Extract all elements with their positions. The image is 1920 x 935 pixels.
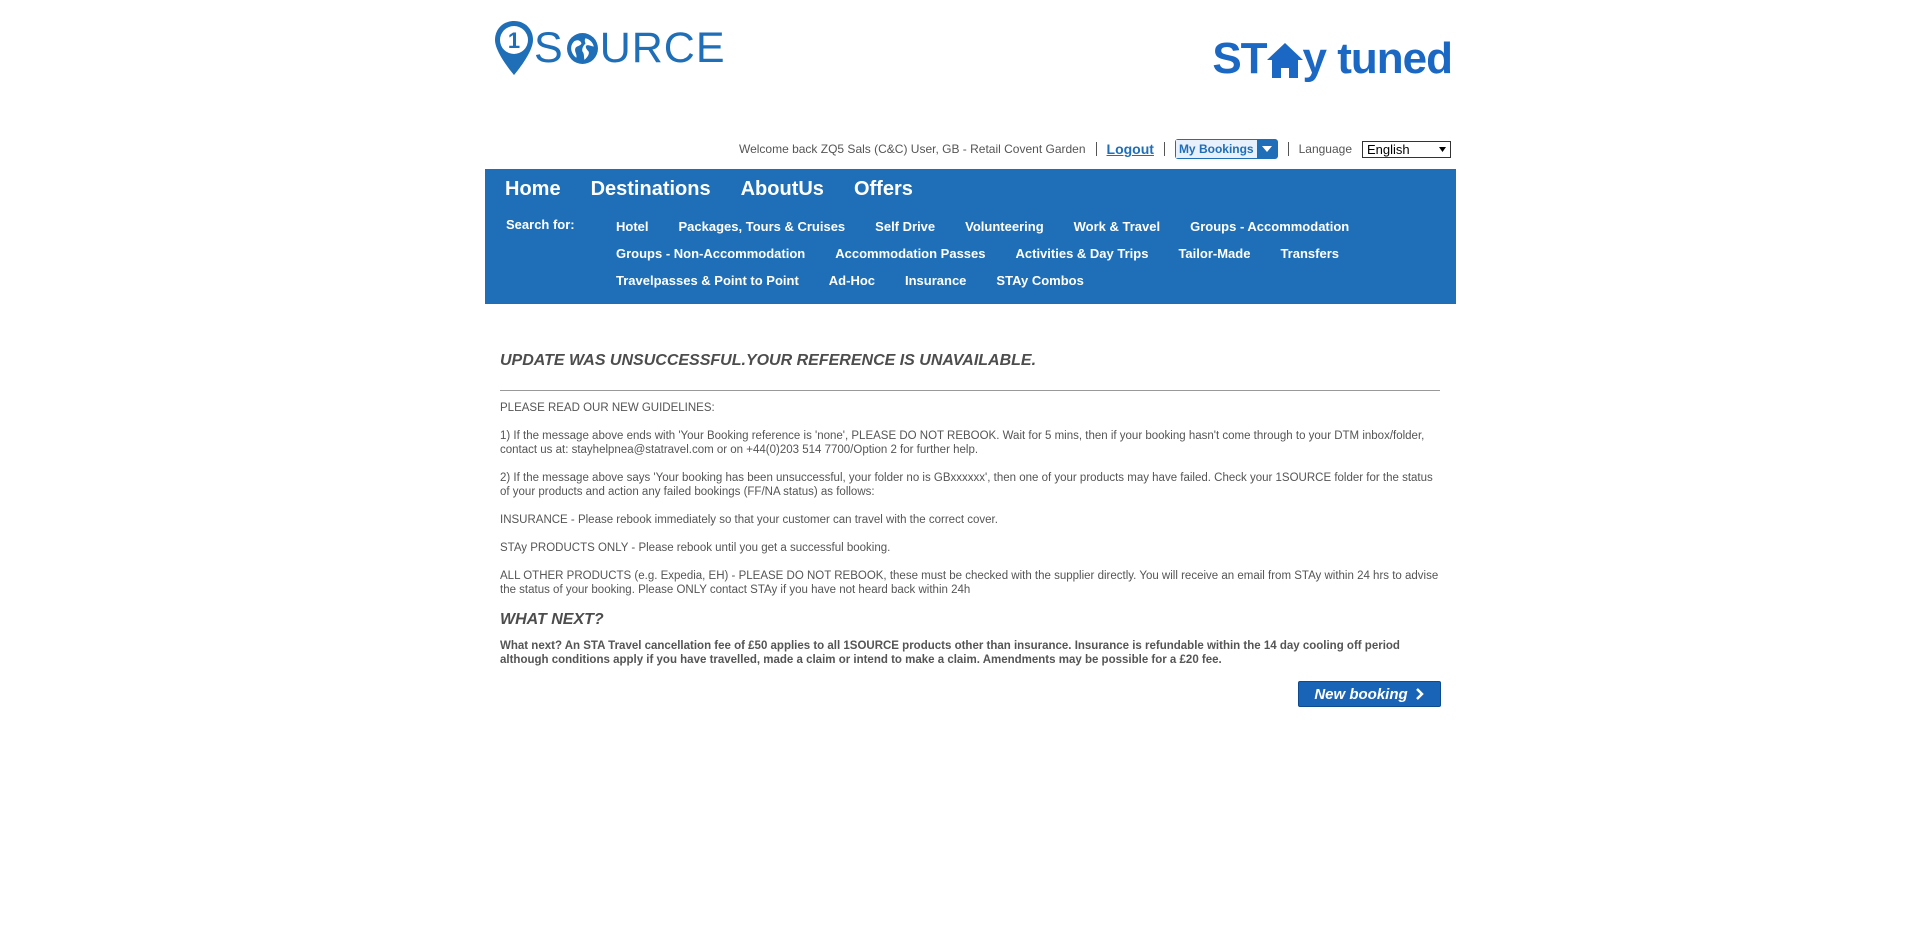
- language-value: English: [1367, 141, 1410, 157]
- nav-groups-non-accommodation[interactable]: Groups - Non-Accommodation: [616, 240, 805, 267]
- new-booking-label: New booking: [1314, 685, 1408, 703]
- nav-volunteering[interactable]: Volunteering: [965, 213, 1043, 240]
- nav-stay-combos[interactable]: STAy Combos: [996, 267, 1083, 294]
- chevron-right-icon: [1415, 688, 1424, 700]
- what-next-title: WHAT NEXT?: [500, 611, 604, 628]
- nav-groups-accommodation[interactable]: Groups - Accommodation: [1190, 213, 1349, 240]
- svg-text:1: 1: [508, 28, 520, 53]
- nav-home[interactable]: Home: [505, 174, 561, 204]
- search-categories: Hotel Packages, Tours & Cruises Self Dri…: [616, 213, 1436, 294]
- main-content: UPDATE WAS UNSUCCESSFUL.YOUR REFERENCE I…: [500, 352, 1441, 707]
- new-booking-button[interactable]: New booking: [1298, 681, 1441, 707]
- house-icon: [1266, 43, 1303, 78]
- guideline-1: 1) If the message above ends with 'Your …: [500, 430, 1425, 456]
- nav-travelpasses[interactable]: Travelpasses & Point to Point: [616, 267, 799, 294]
- nav-packages-tours-cruises[interactable]: Packages, Tours & Cruises: [679, 213, 846, 240]
- divider: [1287, 142, 1289, 156]
- nav-ad-hoc[interactable]: Ad-Hoc: [829, 267, 875, 294]
- chevron-down-icon: [1256, 140, 1277, 158]
- nav-about-us[interactable]: AboutUs: [741, 174, 824, 204]
- guideline-stay-products: STAy PRODUCTS ONLY - Please rebook until…: [500, 542, 891, 554]
- primary-nav: Home Destinations AboutUs Offers: [505, 174, 943, 204]
- nav-activities-day-trips[interactable]: Activities & Day Trips: [1016, 240, 1149, 267]
- nav-destinations[interactable]: Destinations: [591, 174, 711, 204]
- logout-link[interactable]: Logout: [1107, 141, 1154, 157]
- nav-work-travel[interactable]: Work & Travel: [1074, 213, 1160, 240]
- guideline-2: 2) If the message above says 'Your booki…: [500, 472, 1433, 498]
- divider: [1095, 142, 1097, 156]
- error-title: UPDATE WAS UNSUCCESSFUL.YOUR REFERENCE I…: [500, 352, 1037, 369]
- language-select[interactable]: English: [1362, 140, 1451, 158]
- globe-icon: [566, 32, 598, 64]
- nav-self-drive[interactable]: Self Drive: [875, 213, 935, 240]
- logo-text-st: ST: [1212, 34, 1267, 83]
- main-navigation: Home Destinations AboutUs Offers Search …: [485, 169, 1456, 304]
- dropdown-arrow-icon: [1439, 146, 1446, 152]
- divider: [500, 390, 1440, 391]
- utility-bar: Welcome back ZQ5 Sals (C&C) User, GB - R…: [739, 139, 1451, 159]
- nav-hotel[interactable]: Hotel: [616, 213, 649, 240]
- guideline-insurance: INSURANCE - Please rebook immediately so…: [500, 514, 998, 526]
- welcome-text: Welcome back ZQ5 Sals (C&C) User, GB - R…: [738, 142, 1086, 156]
- search-for-label: Search for:: [506, 217, 575, 232]
- nav-offers[interactable]: Offers: [854, 174, 913, 204]
- guideline-other-products: ALL OTHER PRODUCTS (e.g. Expedia, EH) - …: [500, 570, 1439, 596]
- guidelines-heading: PLEASE READ OUR NEW GUIDELINES:: [500, 402, 715, 414]
- nav-transfers[interactable]: Transfers: [1280, 240, 1339, 267]
- nav-insurance[interactable]: Insurance: [905, 267, 966, 294]
- my-bookings-dropdown[interactable]: My Bookings: [1174, 139, 1278, 159]
- nav-tailor-made[interactable]: Tailor-Made: [1178, 240, 1250, 267]
- my-bookings-label: My Bookings: [1175, 140, 1257, 158]
- 1source-logo[interactable]: 1 S URCE: [492, 19, 726, 77]
- language-label: Language: [1298, 142, 1352, 156]
- divider: [1163, 142, 1165, 156]
- logo-wordmark: S URCE: [534, 23, 726, 72]
- nav-accommodation-passes[interactable]: Accommodation Passes: [835, 240, 985, 267]
- location-pin-icon: 1: [495, 21, 533, 75]
- cancellation-fee-text: What next? An STA Travel cancellation fe…: [500, 640, 1400, 666]
- logo-text-y-tuned: y tuned: [1302, 34, 1453, 83]
- stay-tuned-logo: ST y tuned: [1212, 28, 1453, 84]
